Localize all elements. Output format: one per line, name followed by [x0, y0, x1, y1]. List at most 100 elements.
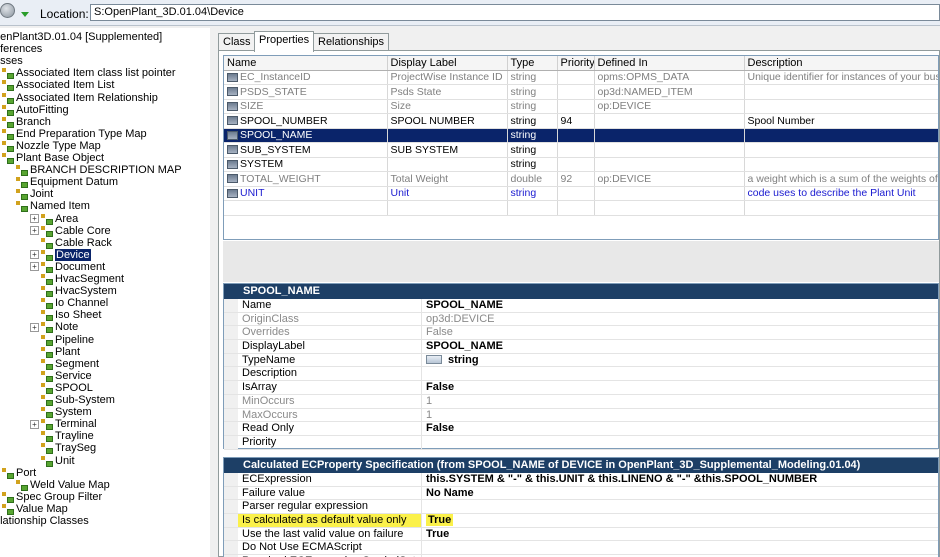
tab-class[interactable]: Class: [218, 33, 256, 51]
tree-item[interactable]: Joint: [16, 188, 53, 201]
schema-tree[interactable]: penPlant3D.01.04 [Supplemented]eferences…: [0, 28, 210, 557]
dropdown-arrow-icon[interactable]: [21, 12, 29, 17]
property-row[interactable]: TypeName string: [224, 353, 940, 368]
tree-item[interactable]: Plant: [30, 346, 80, 358]
property-row[interactable]: Is calculated as default value only True: [224, 514, 938, 528]
property-value[interactable]: op3d:DEVICE: [422, 313, 940, 326]
tree-item[interactable]: Branch: [2, 116, 51, 128]
tree-item[interactable]: + Cable Core: [30, 225, 111, 237]
property-value[interactable]: No Name: [422, 487, 940, 500]
table-row[interactable]: EC_InstanceID ProjectWise Instance ID stri…: [224, 70, 938, 85]
location-input[interactable]: S:OpenPlant_3D.01.04\Device: [90, 4, 940, 21]
property-value[interactable]: string: [422, 354, 940, 367]
tree-item[interactable]: Unit: [30, 455, 75, 467]
tree-item[interactable]: Sub-System: [30, 394, 115, 407]
column-header[interactable]: Type: [507, 56, 558, 71]
property-row[interactable]: ECExpression this.SYSTEM & "-" & this.UNI…: [224, 473, 938, 487]
tree-item[interactable]: Segment: [30, 358, 99, 370]
expand-icon[interactable]: +: [30, 322, 39, 332]
tree-item[interactable]: + Terminal: [30, 418, 97, 431]
property-value[interactable]: [422, 367, 940, 380]
back-button[interactable]: [0, 3, 15, 18]
property-row[interactable]: DisplayLabel SPOOL_NAME: [224, 340, 938, 354]
property-value[interactable]: [422, 541, 940, 554]
tree-item[interactable]: System: [30, 406, 92, 419]
property-value[interactable]: True: [422, 514, 940, 527]
tree-item[interactable]: Nozzle Type Map: [2, 140, 101, 152]
property-value[interactable]: False: [422, 326, 940, 339]
tree-item[interactable]: Trayline: [30, 430, 94, 443]
property-row[interactable]: Parser regular expression: [224, 500, 940, 515]
tree-item[interactable]: eferences: [0, 43, 42, 55]
tree-item[interactable]: Equipment Datum: [16, 176, 118, 189]
tree-item[interactable]: Value Map: [2, 503, 68, 515]
column-header[interactable]: Priority: [557, 56, 595, 71]
property-row[interactable]: MaxOccurs 1: [224, 408, 940, 423]
tree-item[interactable]: + Area: [30, 213, 78, 225]
column-header[interactable]: Name: [224, 56, 388, 71]
table-row[interactable]: SYSTEM string: [224, 157, 938, 172]
property-value[interactable]: True: [422, 528, 940, 541]
tree-item[interactable]: BRANCH DESCRIPTION MAP: [16, 164, 182, 177]
column-header[interactable]: Description: [744, 56, 938, 71]
tree-item[interactable]: Associated Item Relationship: [2, 92, 158, 104]
property-value[interactable]: SPOOL_NAME: [422, 340, 940, 353]
tree-item[interactable]: + Device: [30, 248, 91, 261]
tree-item[interactable]: Io Channel: [30, 297, 108, 310]
tree-item[interactable]: Weld Value Map: [16, 479, 110, 491]
property-row[interactable]: Do Not Use ECMAScript: [224, 541, 940, 556]
table-row[interactable]: SUB_SYSTEM SUB SYSTEM string: [224, 142, 938, 158]
tree-item[interactable]: Associated Item class list pointer: [2, 67, 176, 80]
property-row[interactable]: Priority: [224, 435, 940, 450]
tab-relationships[interactable]: Relationships: [313, 33, 390, 51]
property-value[interactable]: [422, 436, 940, 449]
tree-item[interactable]: + Note: [30, 321, 78, 334]
tree-item[interactable]: Iso Sheet: [30, 309, 101, 322]
table-row[interactable]: SPOOL_NUMBER SPOOL NUMBER string 94 Spool Nu…: [224, 113, 938, 129]
property-value[interactable]: False: [422, 381, 940, 394]
tree-item[interactable]: Spec Group Filter: [2, 491, 102, 503]
tree-item[interactable]: AutoFitting: [2, 104, 69, 116]
tree-item[interactable]: penPlant3D.01.04 [Supplemented]: [0, 31, 162, 43]
tree-item[interactable]: Associated Item List: [2, 79, 114, 92]
column-header[interactable]: Defined In: [594, 56, 745, 71]
property-row[interactable]: MinOccurs 1: [224, 394, 940, 409]
tree-item[interactable]: HvacSegment: [30, 273, 124, 286]
property-value[interactable]: False: [422, 422, 940, 435]
tab-properties[interactable]: Properties: [254, 31, 315, 52]
property-row[interactable]: Read Only False: [224, 422, 938, 436]
tree-item[interactable]: Plant Base Object: [2, 152, 104, 165]
property-value[interactable]: SPOOL_NAME: [422, 299, 940, 312]
expand-icon[interactable]: +: [30, 226, 39, 236]
expand-icon[interactable]: +: [30, 262, 39, 272]
property-row[interactable]: Failure value No Name: [224, 486, 940, 501]
tree-item[interactable]: + Document: [30, 261, 105, 273]
property-value[interactable]: this.SYSTEM & "-" & this.UNIT & this.LIN…: [422, 473, 940, 486]
table-row[interactable]: UNIT Unit string code uses to describe the …: [224, 186, 938, 201]
property-value[interactable]: 1: [422, 395, 940, 408]
property-row[interactable]: Overrides False: [224, 326, 940, 341]
tree-item[interactable]: Named Item: [16, 200, 90, 213]
property-row[interactable]: Use the last valid value on failure True: [224, 527, 940, 542]
type-picker-icon[interactable]: [426, 355, 442, 365]
tree-item[interactable]: TraySeg: [30, 442, 96, 455]
table-row[interactable]: [224, 200, 938, 216]
expand-icon[interactable]: +: [30, 214, 39, 224]
property-row[interactable]: Description: [224, 367, 940, 382]
column-header[interactable]: Display Label: [387, 56, 508, 71]
table-row[interactable]: SPOOL_NAME string: [224, 128, 938, 143]
tree-item[interactable]: Service: [30, 370, 92, 382]
table-row[interactable]: SIZE Size string op:DEVICE: [224, 99, 938, 114]
property-value[interactable]: 1: [422, 409, 940, 422]
table-row[interactable]: PSDS_STATE Psds State string op3d:NAMED_ITE…: [224, 84, 938, 100]
properties-grid[interactable]: Name Display Label Type Priority Defined In D…: [223, 55, 939, 240]
tree-item[interactable]: Cable Rack: [30, 237, 112, 249]
property-row[interactable]: IsArray False: [224, 381, 938, 395]
property-row[interactable]: OriginClass op3d:DEVICE: [224, 312, 940, 327]
tree-item[interactable]: Port: [2, 467, 36, 479]
tree-item[interactable]: HvacSystem: [30, 285, 117, 298]
expand-icon[interactable]: +: [30, 419, 39, 429]
tree-item[interactable]: Pipeline: [30, 334, 94, 346]
tree-item[interactable]: elationship Classes: [0, 515, 89, 527]
property-value[interactable]: [422, 500, 940, 513]
